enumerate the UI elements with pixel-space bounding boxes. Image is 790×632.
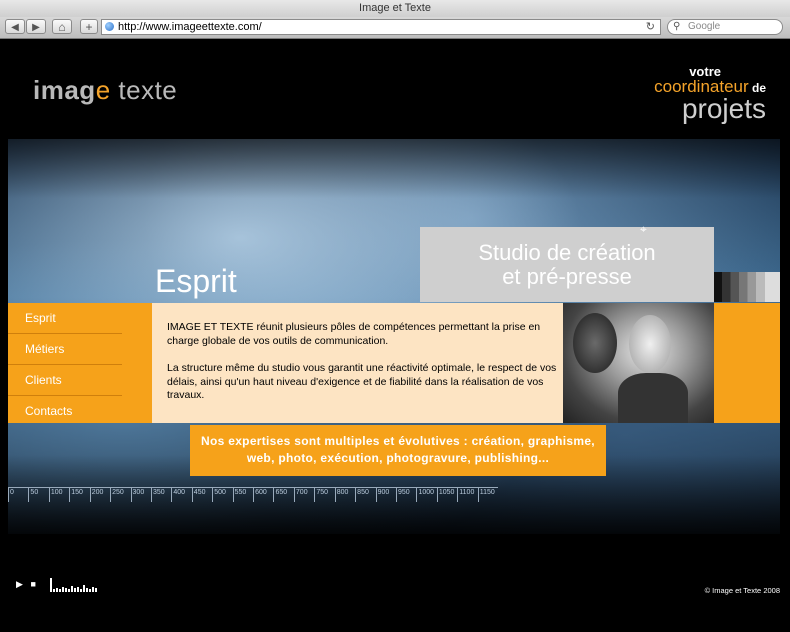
logo-text-imag: imag: [33, 75, 96, 105]
ruler-tick: 100: [48, 488, 69, 502]
studio-line1: Studio de création: [478, 240, 656, 265]
web-page: image texte votre coordinateur de projet…: [0, 39, 790, 632]
ruler-tick: 150: [69, 488, 89, 502]
ruler-tick: 550: [232, 488, 253, 502]
team-photo: [563, 303, 714, 423]
browser-toolbar: ◀ ▶ ⌂ + http://www.imageettexte.com/ ↻ ⚲…: [0, 17, 790, 39]
ruler-tick: 250: [110, 488, 130, 502]
menu-item-contacts[interactable]: Contacts: [8, 396, 122, 426]
content-panel: IMAGE ET TEXTE réunit plusieurs pôles de…: [152, 303, 563, 423]
ruler-tick: 600: [253, 488, 273, 502]
ruler-tick: 0: [8, 488, 28, 502]
ruler-tick: 900: [375, 488, 396, 502]
reload-icon[interactable]: ↻: [646, 20, 655, 34]
tagline-line3: projets: [681, 93, 766, 124]
content-paragraph-2: La structure même du studio vous garanti…: [167, 362, 557, 401]
ruler-tick: 750: [314, 488, 334, 502]
section-title: Esprit: [155, 263, 237, 299]
studio-line2: et pré-presse: [502, 264, 632, 289]
search-icon: ⚲: [673, 21, 681, 32]
logo-text-e: e: [95, 75, 111, 105]
expertise-line1: Nos expertises sont multiples et évoluti…: [201, 434, 595, 448]
ruler-tick: 350: [150, 488, 171, 502]
ruler-tick: 1100: [457, 488, 477, 502]
main-menu: Esprit Métiers Clients Contacts: [8, 303, 122, 426]
ruler-tick: 650: [273, 488, 293, 502]
crosshair-icon: ⌖: [640, 222, 647, 236]
address-bar[interactable]: http://www.imageettexte.com/ ↻: [101, 19, 661, 35]
play-icon[interactable]: ▶: [16, 579, 23, 589]
tagline: votre coordinateur de projets: [654, 65, 766, 123]
menu-item-metiers[interactable]: Métiers: [8, 334, 122, 365]
home-button[interactable]: ⌂: [52, 19, 72, 34]
search-field[interactable]: ⚲ Google: [667, 19, 783, 35]
ruler-tick: 1000: [416, 488, 436, 502]
ruler-tick: 950: [396, 488, 416, 502]
window-title: Image et Texte: [0, 0, 790, 18]
ruler-tick: 700: [293, 488, 314, 502]
media-controls: ▶ ■: [16, 579, 36, 590]
url-text: http://www.imageettexte.com/: [118, 21, 262, 33]
stop-icon[interactable]: ■: [30, 579, 35, 589]
globe-icon: [105, 22, 114, 31]
ruler-tick: 50: [28, 488, 48, 502]
ruler-tick: 200: [89, 488, 110, 502]
ruler-tick: 1150: [477, 488, 498, 502]
sound-equalizer-icon[interactable]: [50, 576, 100, 592]
logo-text-texte: texte: [110, 75, 178, 105]
menu-item-esprit[interactable]: Esprit: [8, 303, 122, 334]
ruler-tick: 1050: [436, 488, 457, 502]
ruler-tick: 500: [212, 488, 232, 502]
search-placeholder: Google: [688, 21, 721, 32]
ruler-tick: 400: [171, 488, 191, 502]
copyright: © Image et Texte 2008: [704, 586, 780, 595]
studio-box: Studio de création et pré-presse: [420, 227, 714, 302]
ruler-scale: 0 50 100 150 200 250 300 350 400 450 500 550 600 650 7…: [8, 487, 498, 502]
ruler-tick: 850: [355, 488, 375, 502]
content-paragraph-1: IMAGE ET TEXTE réunit plusieurs pôles de…: [167, 321, 541, 347]
ruler-tick: 450: [191, 488, 212, 502]
expertise-banner: Nos expertises sont multiples et évoluti…: [190, 425, 606, 476]
menu-item-clients[interactable]: Clients: [8, 365, 122, 396]
forward-button[interactable]: ▶: [26, 19, 46, 34]
ruler-tick: 300: [130, 488, 151, 502]
site-logo[interactable]: image texte: [33, 75, 177, 106]
back-button[interactable]: ◀: [5, 19, 25, 34]
add-bookmark-button[interactable]: +: [80, 19, 98, 34]
expertise-line2: web, photo, exécution, photogravure, pub…: [246, 451, 550, 465]
grey-scale-strip: [714, 272, 780, 302]
ruler-tick: 800: [334, 488, 355, 502]
